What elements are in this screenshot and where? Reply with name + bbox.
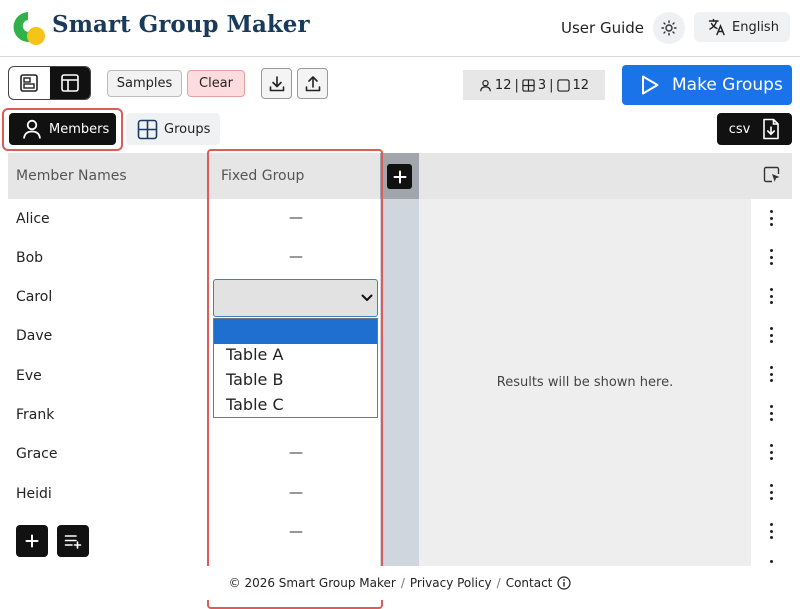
stats-separator: | [514,77,519,93]
row-menu-icon[interactable] [766,288,776,304]
member-name[interactable]: Grace [16,446,58,462]
theme-toggle-button[interactable] [653,12,685,44]
plus-icon [25,534,39,548]
bulk-add-button[interactable] [57,525,89,557]
view-toggle [8,66,91,100]
csv-export-button[interactable]: csv [717,113,792,145]
stats-separator: | [549,77,554,93]
panel-divider[interactable] [380,153,420,566]
app-title: Smart Group Maker [52,11,310,38]
seat-count: 12 [572,77,590,93]
results-header [419,153,792,199]
grid-icon [137,119,158,139]
results-placeholder: Results will be shown here. [496,375,674,390]
row-menu-icon[interactable] [766,249,776,265]
group-count: 3 [537,77,547,93]
download-icon [269,75,284,91]
sun-icon [661,20,677,36]
download-button[interactable] [261,68,292,99]
member-name[interactable]: Bob [16,250,43,266]
upload-button[interactable] [297,68,328,99]
row-menu-icon[interactable] [766,523,776,539]
user-guide-link[interactable]: User Guide [561,19,644,37]
fixed-group-column-highlight [207,149,383,609]
person-icon [479,79,491,91]
file-download-icon [763,118,780,140]
footer-copyright: © 2026 Smart Group Maker [228,576,396,590]
list-add-icon [64,535,82,549]
member-count: 12 [494,77,512,93]
app-logo-icon [10,9,46,47]
member-name[interactable]: Heidi [16,486,52,502]
tab-groups[interactable]: Groups [126,113,220,145]
csv-label: csv [728,121,751,137]
upload-icon [305,75,320,91]
grid-icon [522,78,535,92]
footer-separator: / [400,576,405,590]
row-menu-icon[interactable] [766,210,776,226]
table-view-icon [60,74,79,92]
play-icon [642,75,659,95]
plus-icon [393,170,406,183]
privacy-policy-link[interactable]: Privacy Policy [410,576,492,590]
add-column-button[interactable] [387,164,412,189]
row-menu-icon[interactable] [766,366,776,382]
member-name[interactable]: Carol [16,289,52,305]
footer-separator: / [496,576,501,590]
row-menu-icon[interactable] [766,327,776,343]
add-member-button[interactable] [16,525,48,557]
row-menu-icon[interactable] [766,405,776,421]
row-menu-icon[interactable] [766,444,776,460]
view-split-button[interactable] [9,67,50,99]
contact-link[interactable]: Contact [506,576,553,590]
member-name[interactable]: Frank [16,407,54,423]
info-icon[interactable] [557,576,571,590]
column-member-names: Member Names [16,168,127,184]
samples-button[interactable]: Samples [107,70,182,97]
footer: © 2026 Smart Group Maker / Privacy Polic… [0,566,800,600]
clear-button[interactable]: Clear [187,70,245,97]
stats-bar: 12 | 3 | 12 [463,70,605,100]
view-table-button[interactable] [49,67,90,99]
select-pointer-icon[interactable] [763,166,781,188]
language-label: English [732,19,779,35]
member-name[interactable]: Eve [16,368,42,384]
member-name[interactable]: Alice [16,211,50,227]
make-groups-button[interactable]: Make Groups [622,65,792,105]
row-menu-icon[interactable] [766,484,776,500]
square-icon [556,78,570,92]
member-name[interactable]: Dave [16,328,52,344]
make-groups-label: Make Groups [672,75,783,95]
tab-members-highlight [2,108,123,151]
tab-groups-label: Groups [164,121,211,137]
split-view-icon [20,74,39,92]
translate-icon [708,18,725,36]
language-button[interactable]: English [694,12,790,42]
